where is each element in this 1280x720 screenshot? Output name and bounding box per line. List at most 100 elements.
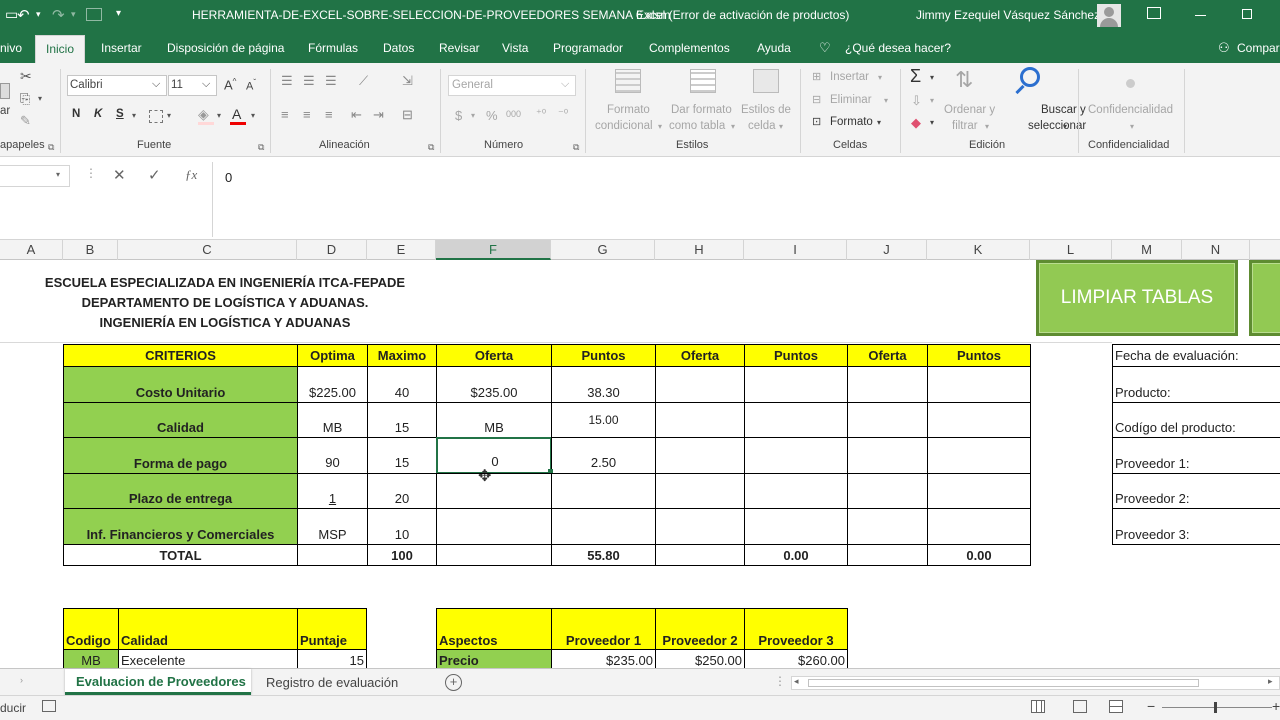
- fill-icon[interactable]: ⇩: [911, 93, 922, 109]
- delete-cells-button[interactable]: Eliminar: [830, 94, 872, 106]
- font-launcher-icon[interactable]: ⧉: [258, 142, 264, 153]
- sheet-tab-register[interactable]: Registro de evaluación: [266, 675, 398, 690]
- eval-header-oferta-1[interactable]: Oferta: [436, 344, 552, 367]
- table-cell[interactable]: [655, 473, 745, 509]
- worksheet-grid[interactable]: ESCUELA ESPECIALIZADA EN INGENIERÍA ITCA…: [0, 260, 1280, 668]
- sort-filter-label-1[interactable]: Ordenar y: [944, 104, 995, 116]
- col-header-f[interactable]: F: [436, 240, 551, 260]
- table-cell[interactable]: [744, 437, 848, 474]
- cut-icon[interactable]: ✂: [20, 68, 32, 85]
- table-cell[interactable]: [655, 544, 745, 566]
- scrollbar-thumb[interactable]: [808, 679, 1199, 687]
- format-cells-icon[interactable]: ⊡: [812, 115, 821, 128]
- increase-decimal-icon[interactable]: ⁺⁰: [536, 107, 546, 120]
- info-product-code-label[interactable]: Codígo del producto:: [1112, 402, 1280, 438]
- copy-dropdown-icon[interactable]: ▾: [38, 94, 42, 103]
- criteria-payment[interactable]: Forma de pago: [63, 437, 298, 474]
- form-icon[interactable]: [86, 8, 102, 21]
- bold-button[interactable]: N: [72, 108, 80, 120]
- total-puntos-1[interactable]: 55.80: [551, 544, 656, 566]
- table-cell[interactable]: [436, 544, 552, 566]
- active-cell[interactable]: 0: [436, 437, 552, 474]
- redo-icon[interactable]: ↷: [52, 6, 65, 24]
- table-cell[interactable]: 90: [297, 437, 368, 474]
- table-cell[interactable]: [927, 437, 1031, 474]
- aspects-header-supplier-2[interactable]: Proveedor 2: [655, 608, 745, 650]
- col-header-b[interactable]: B: [63, 240, 118, 260]
- eval-header-oferta-2[interactable]: Oferta: [655, 344, 745, 367]
- name-box[interactable]: ▾: [0, 165, 70, 187]
- table-cell[interactable]: MB: [436, 402, 552, 438]
- user-name[interactable]: Jimmy Ezequiel Vásquez Sánchez: [916, 8, 1100, 22]
- col-header-a[interactable]: A: [0, 240, 63, 260]
- table-cell[interactable]: [744, 402, 848, 438]
- tab-addins[interactable]: Complementos: [649, 41, 730, 55]
- share-button[interactable]: Compar: [1237, 41, 1280, 55]
- minimize-icon[interactable]: [1195, 15, 1206, 16]
- zoom-slider[interactable]: [1162, 707, 1272, 708]
- table-cell[interactable]: [927, 402, 1031, 438]
- sort-filter-label-2[interactable]: filtrar: [952, 120, 978, 132]
- restore-icon[interactable]: [1242, 9, 1252, 19]
- table-cell[interactable]: [655, 402, 745, 438]
- table-cell[interactable]: [927, 366, 1031, 403]
- wrap-text-icon[interactable]: ⇲: [402, 73, 413, 89]
- zoom-slider-thumb[interactable]: [1214, 702, 1217, 713]
- add-sheet-icon[interactable]: +: [445, 674, 462, 691]
- col-header-i[interactable]: I: [744, 240, 847, 260]
- tab-insert[interactable]: Insertar: [101, 41, 142, 55]
- table-cell[interactable]: [847, 544, 928, 566]
- currency-button[interactable]: $: [455, 108, 462, 123]
- table-cell[interactable]: [927, 508, 1031, 545]
- aspects-price-supplier-1[interactable]: $235.00: [551, 649, 656, 668]
- font-color-dropdown-icon[interactable]: ▾: [251, 111, 255, 120]
- borders-dropdown-icon[interactable]: ▾: [167, 111, 171, 120]
- percent-button[interactable]: %: [486, 108, 498, 123]
- scroll-right-icon[interactable]: ▸: [1268, 676, 1273, 687]
- insert-cells-icon[interactable]: ⊞: [812, 70, 821, 83]
- col-header-next[interactable]: [1250, 240, 1280, 260]
- format-dropdown-icon[interactable]: ▾: [877, 118, 881, 127]
- align-left-icon[interactable]: ≡: [281, 107, 289, 122]
- normal-view-icon[interactable]: [1031, 700, 1045, 713]
- decrease-indent-icon[interactable]: ⇤: [351, 107, 362, 123]
- table-cell[interactable]: [847, 366, 928, 403]
- col-header-j[interactable]: J: [847, 240, 927, 260]
- number-launcher-icon[interactable]: ⧉: [573, 142, 579, 153]
- share-icon[interactable]: ⚇: [1218, 40, 1230, 56]
- table-cell[interactable]: 10: [367, 508, 437, 545]
- cell-styles-label-1[interactable]: Estilos de: [741, 104, 791, 116]
- zoom-in-icon[interactable]: +: [1272, 698, 1280, 714]
- table-cell[interactable]: [744, 366, 848, 403]
- fill-color-icon[interactable]: ◈: [198, 106, 209, 123]
- align-middle-icon[interactable]: ☰: [303, 73, 315, 89]
- autosum-dropdown-icon[interactable]: ▾: [930, 73, 934, 82]
- increase-indent-icon[interactable]: ⇥: [373, 107, 384, 123]
- autosum-icon[interactable]: Σ: [910, 66, 921, 87]
- aspects-price-supplier-2[interactable]: $250.00: [655, 649, 745, 668]
- table-cell[interactable]: 2.50: [551, 437, 656, 474]
- format-table-label-2[interactable]: como tabla: [669, 120, 725, 132]
- format-table-icon[interactable]: [690, 69, 716, 93]
- table-cell[interactable]: 20: [367, 473, 437, 509]
- scroll-sheets-left-icon[interactable]: ›: [20, 675, 23, 685]
- quality-header-quality[interactable]: Calidad: [118, 608, 298, 650]
- align-center-icon[interactable]: ≡: [303, 107, 311, 122]
- align-bottom-icon[interactable]: ☰: [325, 73, 337, 89]
- table-cell[interactable]: 15: [367, 437, 437, 474]
- tab-home[interactable]: Inicio: [35, 35, 86, 63]
- horizontal-scrollbar[interactable]: ◂ ▸: [791, 676, 1280, 690]
- eval-header-oferta-3[interactable]: Oferta: [847, 344, 928, 367]
- sheet-tab-active[interactable]: Evaluacion de Proveedores: [65, 669, 251, 695]
- eval-header-maximo[interactable]: Maximo: [367, 344, 437, 367]
- eval-header-criteria[interactable]: CRITERIOS: [63, 344, 298, 367]
- col-header-n[interactable]: N: [1182, 240, 1250, 260]
- table-cell[interactable]: [655, 437, 745, 474]
- find-select-dropdown-icon[interactable]: ▾: [1063, 122, 1067, 131]
- paste-label[interactable]: ar: [0, 105, 10, 117]
- cancel-entry-icon[interactable]: ✕: [113, 166, 126, 184]
- col-header-d[interactable]: D: [297, 240, 367, 260]
- criteria-cost[interactable]: Costo Unitario: [63, 366, 298, 403]
- find-select-label-1[interactable]: Buscar y: [1041, 104, 1086, 116]
- tab-help[interactable]: Ayuda: [757, 41, 791, 55]
